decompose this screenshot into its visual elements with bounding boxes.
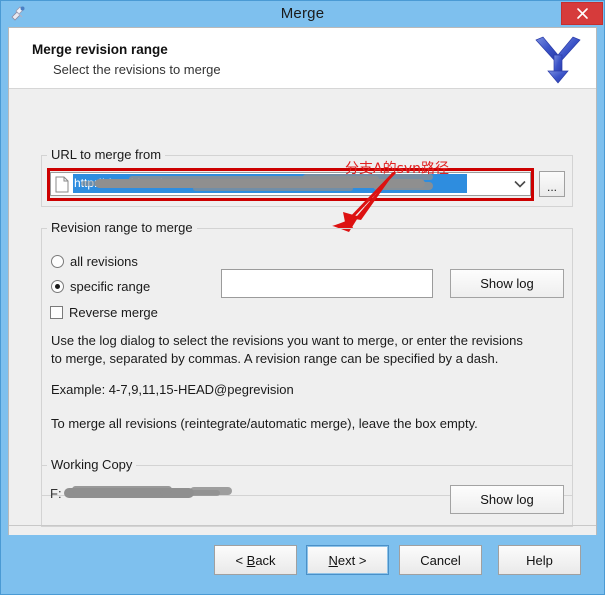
merge-dialog-window: Merge Merge revision range Select the re…	[0, 0, 605, 595]
help-button-label: Help	[526, 552, 553, 568]
radio-indicator	[51, 255, 64, 268]
checkbox-reverse-merge-label: Reverse merge	[69, 305, 158, 320]
next-button[interactable]: Next >	[306, 545, 389, 575]
redaction-stroke	[110, 494, 160, 498]
url-combobox[interactable]: http:// /svn/ /trunk	[50, 172, 531, 196]
footer-separator	[9, 525, 596, 526]
merge-arrow-logo	[530, 31, 586, 87]
dialog-client-area: Merge revision range Select the revision…	[8, 27, 597, 535]
revision-range-input[interactable]	[221, 269, 433, 298]
redaction-stroke	[64, 488, 194, 498]
next-button-label: Next >	[328, 552, 367, 568]
back-button[interactable]: < Back	[214, 545, 297, 575]
chevron-down-icon[interactable]	[510, 180, 530, 188]
radio-specific-range-label: specific range	[70, 279, 151, 294]
show-log-button-revision[interactable]: Show log	[450, 269, 564, 298]
redaction-stroke	[190, 487, 232, 495]
close-button[interactable]	[561, 2, 603, 25]
close-icon	[576, 8, 588, 19]
help-paragraph-2: Example: 4-7,9,11,15-HEAD@pegrevision	[51, 382, 294, 397]
annotation-text: 分支A的svn路径	[345, 161, 450, 177]
radio-specific-range[interactable]: specific range	[51, 279, 150, 294]
radio-all-revisions[interactable]: all revisions	[51, 254, 138, 269]
show-log-button-working-copy[interactable]: Show log	[450, 485, 564, 514]
cancel-button-label: Cancel	[420, 552, 461, 568]
checkbox-indicator	[50, 306, 63, 319]
revision-range-group-label: Revision range to merge	[47, 220, 197, 235]
title-bar: Merge	[1, 1, 604, 27]
redaction-stroke	[72, 486, 172, 493]
radio-indicator	[51, 280, 64, 293]
footer-button-bar: < Back Next > Cancel Help	[8, 535, 597, 589]
redaction-stroke	[160, 490, 220, 496]
url-group-label: URL to merge from	[47, 147, 166, 162]
page-subtitle: Select the revisions to merge	[53, 62, 221, 77]
working-copy-group-label: Working Copy	[47, 457, 137, 472]
checkbox-reverse-merge[interactable]: Reverse merge	[50, 305, 158, 320]
window-title: Merge	[280, 5, 325, 22]
wizard-body: URL to merge from http:// /svn/ /trunk .…	[9, 90, 596, 535]
help-button[interactable]: Help	[498, 545, 581, 575]
working-copy-path-redaction	[50, 482, 250, 502]
help-paragraph-1: Use the log dialog to select the revisio…	[51, 333, 523, 366]
wizard-header: Merge revision range Select the revision…	[9, 28, 596, 89]
cancel-button[interactable]: Cancel	[399, 545, 482, 575]
radio-all-revisions-label: all revisions	[70, 254, 138, 269]
back-button-label: < Back	[235, 552, 276, 568]
page-title: Merge revision range	[32, 42, 168, 57]
document-icon	[51, 173, 73, 195]
help-paragraph-3: To merge all revisions (reintegrate/auto…	[51, 416, 478, 431]
browse-button[interactable]: ...	[539, 171, 565, 197]
